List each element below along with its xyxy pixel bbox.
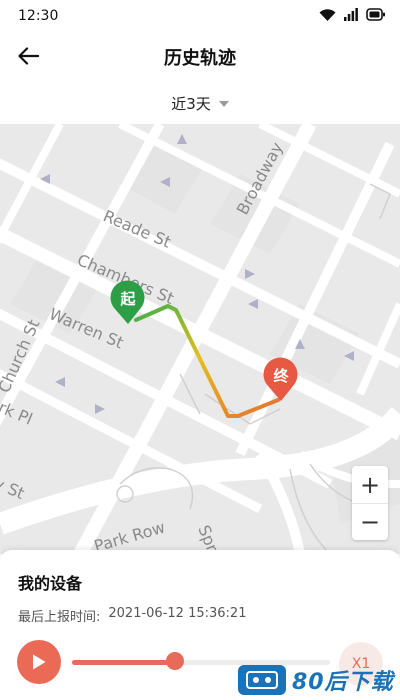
last-report-time: 2021-06-12 15:36:21 [108, 606, 247, 621]
screen: 12:30 历史轨迹 近3天 Broadway Reade St Chamber… [0, 0, 400, 700]
zoom-out-button[interactable]: − [352, 503, 388, 540]
signal-icon [344, 8, 358, 21]
date-range-label: 近3天 [171, 94, 211, 113]
map-canvas: Broadway Reade St Chambers St Warren St … [0, 124, 400, 554]
watermark-logo-icon [238, 665, 286, 695]
watermark-text: 80后下载 [292, 670, 394, 695]
play-button[interactable] [17, 640, 61, 684]
zoom-control: + − [352, 466, 388, 540]
status-bar: 12:30 [0, 0, 400, 34]
wifi-icon [319, 9, 336, 21]
nav-bar: 历史轨迹 [0, 34, 400, 78]
last-report-label: 最后上报时间: [18, 610, 101, 625]
last-report: 最后上报时间: 2021-06-12 15:36:21 [18, 606, 246, 625]
map-view[interactable]: Broadway Reade St Chambers St Warren St … [0, 124, 400, 554]
zoom-in-button[interactable]: + [352, 466, 388, 503]
playback-slider-thumb[interactable] [166, 652, 185, 670]
device-name: 我的设备 [18, 574, 83, 593]
watermark: 80后下载 [238, 664, 398, 696]
status-icons [319, 8, 386, 21]
page-title: 历史轨迹 [164, 48, 236, 69]
play-icon [33, 654, 46, 670]
end-marker-label: 终 [273, 367, 289, 385]
status-time: 12:30 [18, 8, 59, 24]
caret-down-icon [218, 101, 229, 107]
street-label-murray: Murray St [0, 455, 27, 503]
start-marker-label: 起 [119, 290, 136, 308]
battery-icon [366, 8, 385, 21]
date-range-dropdown[interactable]: 近3天 [0, 88, 400, 118]
street-label-reade: Reade St [100, 206, 173, 251]
playback-progress-fill [72, 660, 176, 665]
